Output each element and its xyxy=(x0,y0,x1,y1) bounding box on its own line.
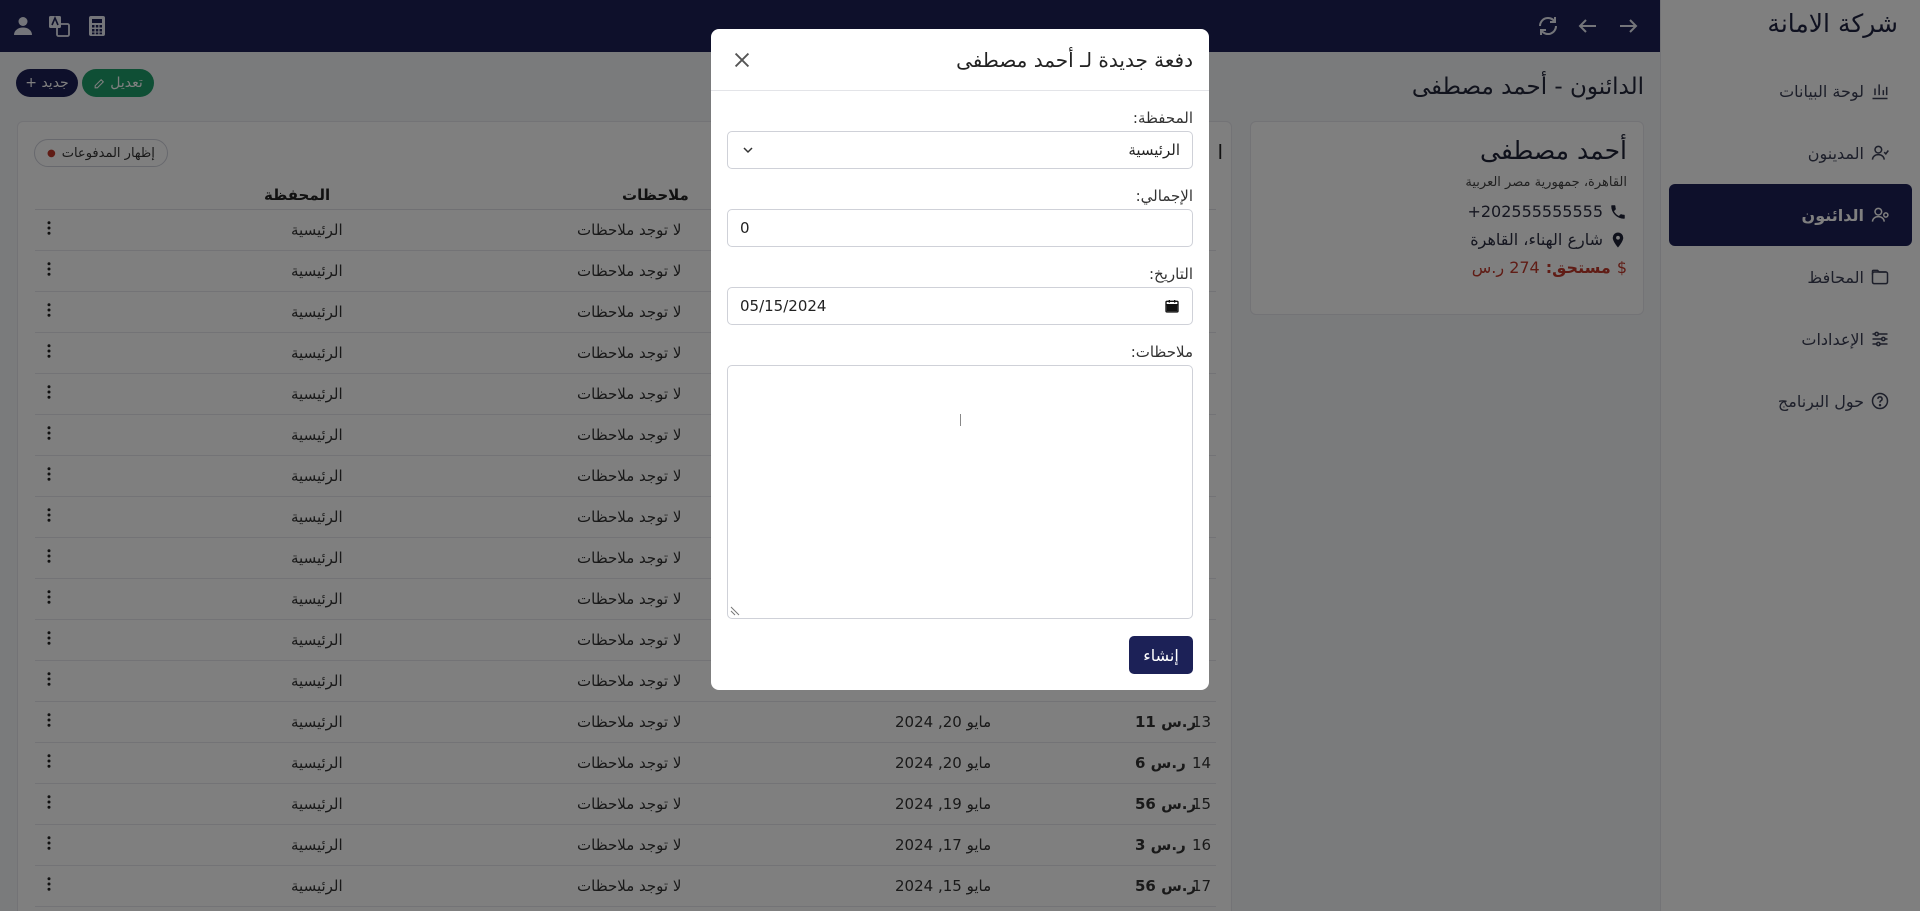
close-button[interactable] xyxy=(727,45,757,75)
date-input[interactable]: 05/15/2024 xyxy=(727,287,1193,325)
notes-label: ملاحظات: xyxy=(1130,343,1193,361)
chevron-down-icon xyxy=(743,147,753,154)
date-label: التاريخ: xyxy=(1149,265,1193,283)
close-icon xyxy=(734,52,750,67)
resize-handle-icon[interactable] xyxy=(730,606,740,616)
wallet-selected-value: الرئيسية xyxy=(1128,141,1180,159)
modal-body: المحفظة: الرئيسية الإجمالي: 0 التاريخ: 0… xyxy=(711,91,1209,619)
modal-footer: إنشاء xyxy=(1129,636,1193,674)
total-input[interactable]: 0 xyxy=(727,209,1193,247)
calendar-icon[interactable] xyxy=(1164,298,1180,314)
text-cursor xyxy=(960,414,962,426)
wallet-select[interactable]: الرئيسية xyxy=(727,131,1193,169)
wallet-field-group: المحفظة: الرئيسية xyxy=(727,109,1193,169)
modal-title: دفعة جديدة لـ أحمد مصطفى xyxy=(956,47,1193,72)
wallet-label: المحفظة: xyxy=(1132,109,1193,127)
modal-header: دفعة جديدة لـ أحمد مصطفى xyxy=(711,29,1209,91)
create-button[interactable]: إنشاء xyxy=(1129,636,1193,674)
total-field-group: الإجمالي: 0 xyxy=(727,187,1193,247)
total-label: الإجمالي: xyxy=(1135,187,1193,205)
date-field-group: التاريخ: 05/15/2024 xyxy=(727,265,1193,325)
total-value: 0 xyxy=(740,219,750,237)
notes-textarea[interactable] xyxy=(727,365,1193,619)
date-value: 05/15/2024 xyxy=(740,297,827,315)
notes-field-group: ملاحظات: xyxy=(727,343,1193,619)
new-payment-modal: دفعة جديدة لـ أحمد مصطفى المحفظة: الرئيس… xyxy=(711,29,1209,690)
